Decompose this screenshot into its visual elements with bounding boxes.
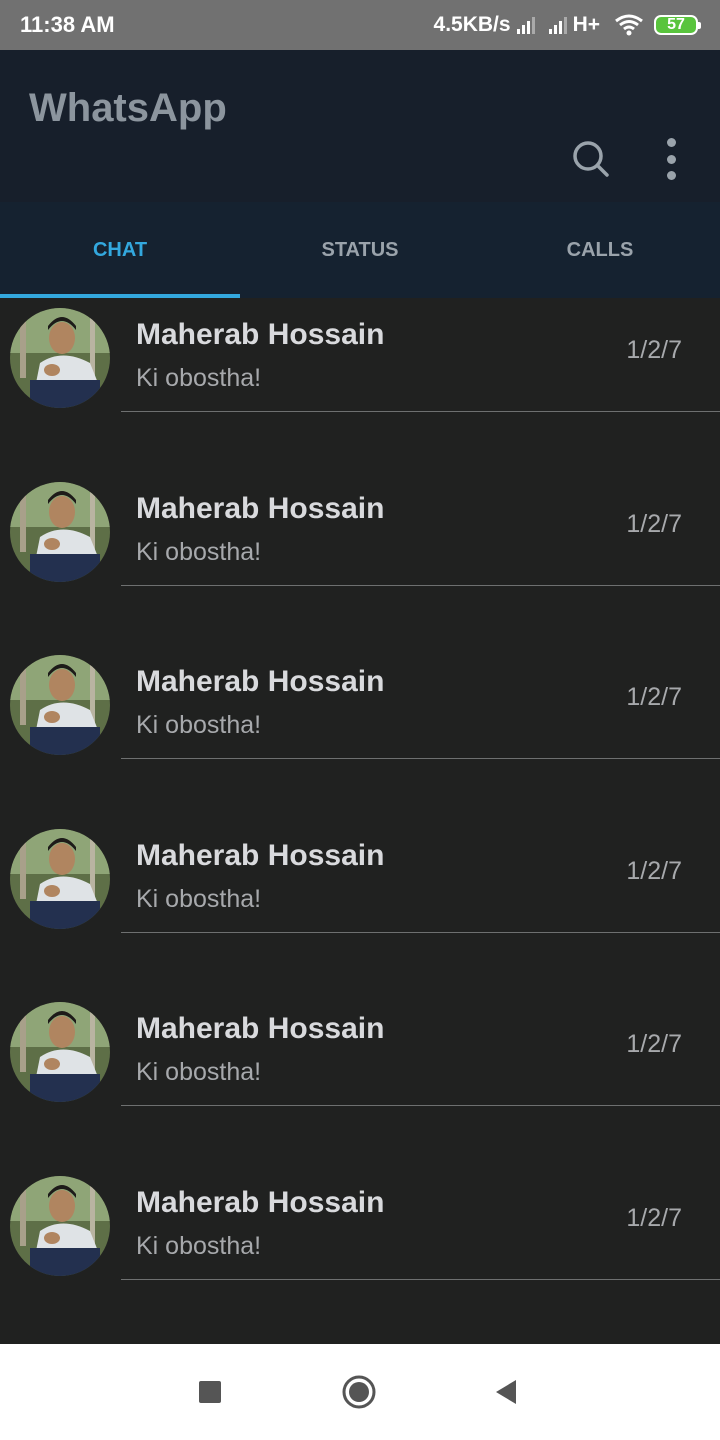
recents-icon[interactable] [199, 1381, 221, 1403]
divider [121, 1278, 720, 1280]
tab-chat[interactable]: CHAT [0, 202, 240, 298]
app-title: WhatsApp [29, 86, 227, 130]
chat-name: Maherab Hossain [136, 1185, 385, 1219]
chat-item[interactable]: Maherab Hossain Ki obostha! 1/2/7 [0, 1166, 720, 1340]
chat-name: Maherab Hossain [136, 318, 385, 351]
chat-last-message: Ki obostha! [136, 711, 262, 739]
divider [121, 411, 720, 412]
search-icon[interactable] [570, 138, 612, 180]
chat-item[interactable]: Maherab Hossain Ki obostha! 1/2/7 [0, 645, 720, 819]
chat-date: 1/2/7 [626, 856, 682, 885]
chat-name: Maherab Hossain [136, 1012, 385, 1045]
chat-last-message: Ki obostha! [136, 1058, 262, 1086]
chat-name: Maherab Hossain [136, 491, 385, 525]
battery-level: 57 [667, 16, 685, 33]
network-speed: 4.5KB/s [433, 13, 511, 36]
avatar[interactable] [10, 1175, 110, 1276]
chat-date: 1/2/7 [626, 336, 682, 364]
signal-icon [516, 16, 535, 34]
more-vert-icon[interactable] [660, 138, 682, 180]
tab-calls[interactable]: CALLS [480, 202, 720, 298]
chat-date: 1/2/7 [626, 683, 682, 711]
avatar[interactable] [10, 1002, 110, 1102]
divider [121, 1105, 720, 1106]
chat-list: Maherab Hossain Ki obostha! 1/2/7 Mahera… [0, 298, 720, 1339]
system-nav-bar [0, 1344, 720, 1440]
wifi-icon [614, 14, 644, 36]
divider [121, 931, 720, 933]
network-type: H+ [572, 13, 600, 36]
chat-last-message: Ki obostha! [136, 1231, 262, 1260]
status-indicators: 4.5KB/s H+ 57 [433, 13, 701, 37]
status-time: 11:38 AM [20, 12, 115, 37]
chat-last-message: Ki obostha! [136, 364, 262, 392]
tab-bar: CHAT STATUS CALLS [0, 202, 720, 298]
signal-icon [548, 16, 567, 34]
chat-item[interactable]: Maherab Hossain Ki obostha! 1/2/7 [0, 298, 720, 472]
avatar[interactable] [10, 828, 110, 929]
app-bar: WhatsApp [0, 50, 720, 202]
chat-date: 1/2/7 [626, 1203, 682, 1232]
chat-date: 1/2/7 [626, 509, 682, 538]
tab-status[interactable]: STATUS [240, 202, 480, 298]
chat-name: Maherab Hossain [136, 665, 385, 698]
avatar[interactable] [10, 655, 110, 755]
chat-last-message: Ki obostha! [136, 537, 262, 566]
home-icon[interactable] [342, 1375, 376, 1409]
chat-name: Maherab Hossain [136, 838, 385, 872]
divider [121, 758, 720, 759]
avatar[interactable] [10, 481, 110, 582]
back-icon[interactable] [494, 1378, 518, 1406]
chat-last-message: Ki obostha! [136, 884, 262, 913]
chat-date: 1/2/7 [626, 1030, 682, 1058]
chat-item[interactable]: Maherab Hossain Ki obostha! 1/2/7 [0, 992, 720, 1166]
status-bar: 11:38 AM 4.5KB/s H+ 57 [0, 0, 720, 50]
chat-item[interactable]: Maherab Hossain Ki obostha! 1/2/7 [0, 472, 720, 646]
divider [121, 584, 720, 586]
battery-icon: 57 [654, 15, 701, 35]
chat-item[interactable]: Maherab Hossain Ki obostha! 1/2/7 [0, 819, 720, 993]
avatar[interactable] [10, 308, 110, 408]
